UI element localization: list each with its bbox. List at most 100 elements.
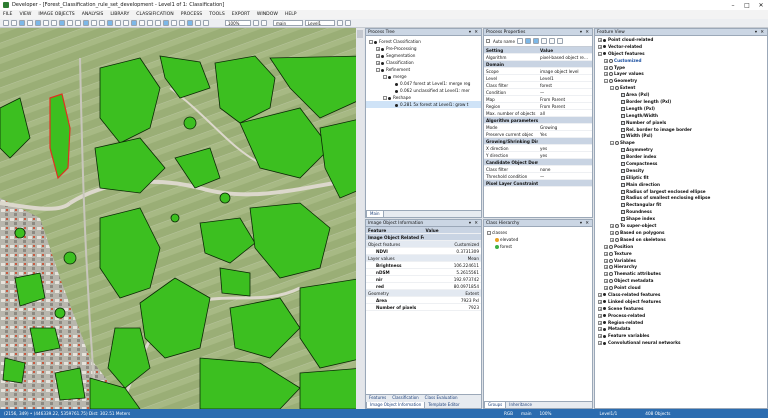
- process-tree-item[interactable]: + Segmentation: [366, 52, 481, 59]
- feature-item[interactable]: Rectangular fit: [597, 202, 765, 209]
- expand-icon[interactable]: +: [598, 292, 602, 297]
- feature-item[interactable]: + Variables: [597, 258, 765, 265]
- expand-icon[interactable]: +: [604, 286, 608, 291]
- feature-item[interactable]: Asymmetry: [597, 147, 765, 154]
- expand-icon[interactable]: [616, 121, 620, 125]
- class-root[interactable]: - classes: [487, 229, 589, 236]
- expand-icon[interactable]: +: [598, 341, 602, 346]
- expand-icon[interactable]: [616, 128, 620, 132]
- expand-icon[interactable]: -: [610, 86, 614, 91]
- class-item-forest[interactable]: forest: [487, 243, 589, 250]
- menu-image-objects[interactable]: IMAGE OBJECTS: [38, 12, 74, 17]
- feature-item[interactable]: - Shape: [597, 140, 765, 147]
- draw-icon[interactable]: [163, 20, 169, 26]
- feature-item[interactable]: + Region-related: [597, 320, 765, 327]
- feature-item[interactable]: + Convolutional neural networks: [597, 340, 765, 347]
- feature-item[interactable]: Radius of largest enclosed ellipse: [597, 189, 765, 196]
- level-down-icon[interactable]: [345, 20, 351, 26]
- expand-icon[interactable]: +: [376, 54, 380, 58]
- classify-icon[interactable]: [75, 20, 81, 26]
- property-value[interactable]: yes: [538, 145, 592, 151]
- feature-item[interactable]: Border index: [597, 154, 765, 161]
- property-value[interactable]: yes: [538, 152, 592, 158]
- process-tree-item[interactable]: + Pre-Processing: [366, 45, 481, 52]
- run-icon[interactable]: [131, 20, 137, 26]
- expand-icon[interactable]: -: [598, 51, 602, 56]
- property-row[interactable]: Threshold condition —: [484, 173, 592, 180]
- process-tree-item[interactable]: - Reshape: [366, 94, 481, 101]
- save-icon[interactable]: [11, 20, 17, 26]
- expand-icon[interactable]: [390, 82, 394, 86]
- level-up-icon[interactable]: [337, 20, 343, 26]
- layers-icon[interactable]: [27, 20, 33, 26]
- sync-icon[interactable]: [115, 20, 121, 26]
- expand-icon[interactable]: [616, 203, 620, 207]
- expand-icon[interactable]: +: [598, 320, 602, 325]
- property-value[interactable]: From Parent: [538, 96, 592, 102]
- expand-icon[interactable]: +: [604, 272, 608, 277]
- expand-icon[interactable]: -: [369, 40, 373, 44]
- feature-item[interactable]: + Object metadata: [597, 278, 765, 285]
- property-value[interactable]: From Parent: [538, 103, 592, 109]
- undo-icon[interactable]: [147, 20, 153, 26]
- tab-main[interactable]: Main: [366, 211, 384, 217]
- expand-icon[interactable]: +: [604, 265, 608, 270]
- sort-icon[interactable]: [556, 38, 563, 44]
- property-row[interactable]: Pixel Layer Constraint 1: [484, 180, 592, 187]
- zoom-select[interactable]: 100%: [225, 20, 251, 26]
- add-child-icon[interactable]: [532, 38, 539, 44]
- expand-icon[interactable]: +: [598, 299, 602, 304]
- feature-item[interactable]: + Point cloud: [597, 285, 765, 292]
- feature-item[interactable]: Compactness: [597, 161, 765, 168]
- expand-icon[interactable]: [390, 103, 394, 107]
- expand-icon[interactable]: +: [604, 244, 608, 249]
- erase-icon[interactable]: [171, 20, 177, 26]
- feature-item[interactable]: Area (Pxl): [597, 92, 765, 99]
- expand-icon[interactable]: -: [383, 96, 387, 100]
- panel-controls[interactable]: ▾ ✕: [469, 220, 481, 226]
- image-view[interactable]: [0, 28, 364, 409]
- expand-icon[interactable]: [616, 100, 620, 104]
- panel-controls[interactable]: ▾ ✕: [580, 29, 592, 35]
- menu-classification[interactable]: CLASSIFICATION: [136, 12, 173, 17]
- feature-item[interactable]: + Class-related features: [597, 292, 765, 299]
- feature-item[interactable]: + Position: [597, 244, 765, 251]
- expand-icon[interactable]: [616, 169, 620, 173]
- redo-icon[interactable]: [155, 20, 161, 26]
- panel-controls[interactable]: ▾ ✕: [755, 29, 767, 35]
- feature-item[interactable]: Border length (Pxl): [597, 99, 765, 106]
- feature-item[interactable]: + Based on polygons: [597, 230, 765, 237]
- samples-icon[interactable]: [187, 20, 193, 26]
- expand-icon[interactable]: +: [604, 65, 608, 70]
- edit-icon[interactable]: [123, 20, 129, 26]
- mixed-view-icon[interactable]: [83, 20, 89, 26]
- feature-item[interactable]: Elliptic fit: [597, 175, 765, 182]
- menu-tools[interactable]: TOOLS: [209, 12, 225, 17]
- expand-icon[interactable]: [616, 134, 620, 138]
- panel-controls[interactable]: ▾ ✕: [469, 29, 481, 35]
- expand-icon[interactable]: +: [598, 306, 602, 311]
- feature-item[interactable]: Rel. border to image border: [597, 127, 765, 134]
- feature-item[interactable]: + Metadata: [597, 326, 765, 333]
- menu-export[interactable]: EXPORT: [232, 12, 250, 17]
- property-value[interactable]: image object level: [538, 68, 592, 74]
- expand-icon[interactable]: +: [604, 251, 608, 256]
- open-icon[interactable]: [3, 20, 9, 26]
- property-row[interactable]: Class filter none: [484, 166, 592, 173]
- auto-name-checkbox[interactable]: [486, 39, 490, 43]
- feature-item[interactable]: + Vector-related: [597, 44, 765, 51]
- expand-icon[interactable]: +: [604, 58, 608, 63]
- property-row[interactable]: Class filter forest: [484, 82, 592, 89]
- feature-item[interactable]: + Texture: [597, 251, 765, 258]
- close-button[interactable]: ✕: [754, 2, 768, 9]
- tab-image-object-information[interactable]: Image Object Information: [366, 401, 426, 408]
- expand-icon[interactable]: +: [598, 313, 602, 318]
- map-select[interactable]: main: [273, 20, 303, 26]
- expand-icon[interactable]: +: [610, 237, 614, 242]
- process-tree-item[interactable]: 0.062 unclassified at Level1: mer: [366, 87, 481, 94]
- move-up-icon[interactable]: [548, 38, 555, 44]
- feature-item[interactable]: Radius of smallest enclosing ellipse: [597, 195, 765, 202]
- menu-analysis[interactable]: ANALYSIS: [82, 12, 104, 17]
- feature-item[interactable]: + Point cloud-related: [597, 37, 765, 44]
- property-value[interactable]: forest: [538, 82, 592, 88]
